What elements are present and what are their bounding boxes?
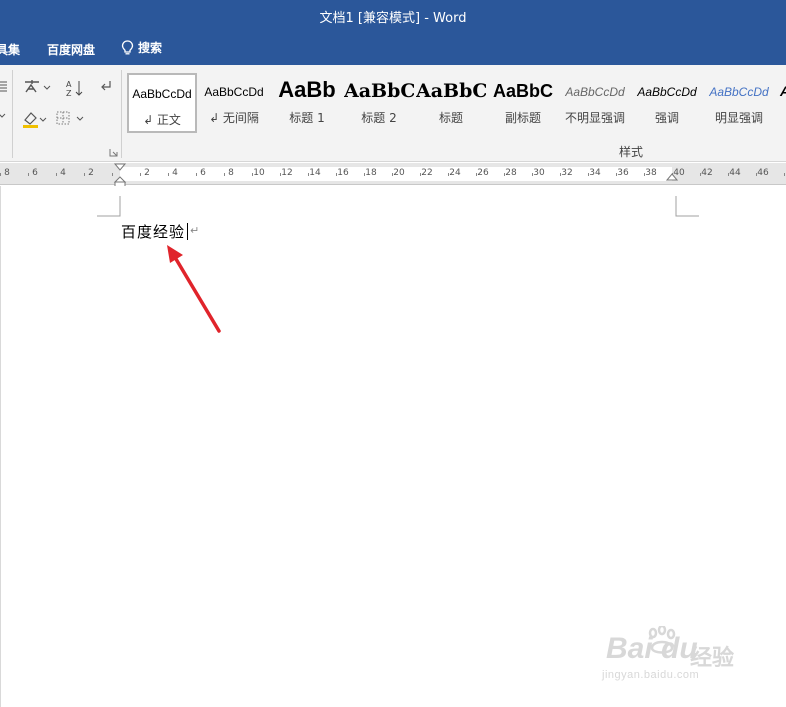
margin-corner-marker: [675, 196, 699, 217]
separator: [121, 70, 122, 158]
styles-group-label: 样式: [619, 145, 644, 159]
style-sample: AaBbCcDd: [565, 85, 625, 99]
style-sample: AaBbCcDd: [709, 85, 769, 99]
shading-icon[interactable]: [20, 110, 48, 128]
horizontal-ruler[interactable]: 8 6 4 2 2 4 6 8 10 12 14 16 18 20 22 24 26 28 30 32 34 36 38 40…: [0, 163, 786, 189]
style-normal[interactable]: AaBbCcDd ↲ 正文: [127, 73, 197, 133]
svg-text:A: A: [66, 80, 72, 89]
style-sample: AaBbC: [416, 80, 486, 102]
ruler-number: 8: [4, 168, 10, 178]
tell-me-search[interactable]: 搜索: [121, 39, 162, 56]
ruler-tick: [280, 173, 281, 176]
ruler-tick: [392, 173, 393, 176]
ruler-tick: [336, 173, 337, 176]
style-subtitle[interactable]: AaBbC 副标题: [488, 73, 558, 133]
search-label: 搜索: [138, 41, 163, 55]
margin-corner-marker: [97, 196, 121, 217]
style-name: 明显强调: [714, 111, 763, 125]
ruler-tick: [196, 173, 197, 176]
style-subtle-emphasis[interactable]: AaBbCcDd 不明显强调: [560, 73, 630, 133]
ruler-tick: [0, 173, 1, 176]
ruler-tick: [728, 173, 729, 176]
sort-icon[interactable]: AZ: [66, 79, 84, 97]
style-title[interactable]: AaBbC 标题: [416, 73, 486, 133]
svg-text:Z: Z: [66, 89, 72, 97]
title-bar: 文档1 [兼容模式] - Word: [0, 0, 786, 31]
align-justify-icon[interactable]: [0, 80, 8, 94]
ruler-tick: [644, 173, 645, 176]
ruler-tick: [588, 173, 589, 176]
style-heading-1[interactable]: AaBb 标题 1: [272, 73, 342, 133]
tab-baidu-netdisk[interactable]: 百度网盘: [47, 41, 95, 58]
style-sample: AaBbC: [492, 81, 553, 101]
ribbon: AZ AaBbCcDd ↲ 正文 AaBbCcDd ↲ 无间隔 AaBb 标题 …: [0, 65, 786, 162]
ruler-tick: [364, 173, 365, 176]
style-name: 标题 1: [289, 111, 325, 125]
style-emphasis[interactable]: AaBbCcDd 强调: [632, 73, 702, 133]
ruler-tick: [700, 173, 701, 176]
style-intense-emphasis[interactable]: AaBbCcDd 明显强调: [704, 73, 774, 133]
style-sample: AaBbCcDd: [204, 85, 264, 99]
right-indent-marker-icon[interactable]: [666, 172, 678, 184]
separator: [12, 70, 13, 158]
style-heading-2[interactable]: AaBbC 标题 2: [344, 73, 414, 133]
paragraph-mark-icon: ↵: [190, 225, 200, 237]
ruler-tick: [448, 173, 449, 176]
ruler-tick: [252, 173, 253, 176]
ribbon-tabs: 具集 百度网盘 搜索: [0, 31, 786, 65]
ruler-tick: [168, 173, 169, 176]
watermark-url: jingyan.baidu.com: [602, 669, 700, 681]
dropdown-icon[interactable]: [0, 113, 6, 119]
ruler-tick: [84, 173, 85, 176]
ruler-tick: [476, 173, 477, 176]
style-sample: AaBbC: [344, 80, 414, 102]
ruler-tick: [532, 173, 533, 176]
style-name: ↲ 正文: [143, 113, 181, 127]
chinese-layout-icon[interactable]: [23, 79, 51, 95]
ruler-tick: [140, 173, 141, 176]
ruler-tick: [28, 173, 29, 176]
style-sample: AaBb: [278, 77, 336, 102]
style-no-spacing[interactable]: AaBbCcDd ↲ 无间隔: [199, 73, 269, 133]
show-marks-icon[interactable]: [100, 79, 112, 95]
style-sample: AaBbCcDd: [132, 87, 192, 101]
ruler-tick: [420, 173, 421, 176]
ruler-tick: [504, 173, 505, 176]
style-name: 强调: [654, 111, 679, 125]
style-name: 不明显强调: [564, 111, 625, 125]
lightbulb-icon: [121, 39, 134, 54]
baidu-jingyan-watermark: Bai du 经验 jingyan.baidu.com: [598, 626, 748, 688]
ruler-tick: [784, 173, 785, 176]
styles-gallery: AaBbCcDd ↲ 正文 AaBbCcDd ↲ 无间隔 AaBb 标题 1 A…: [124, 71, 786, 133]
style-name: 副标题: [504, 111, 541, 125]
text-cursor: [187, 223, 188, 240]
style-name: 标题 2: [361, 111, 397, 125]
style-more-clip: A: [780, 83, 786, 99]
paragraph-dialog-launcher-icon[interactable]: [109, 148, 118, 157]
ruler-tick: [308, 173, 309, 176]
watermark-brand: Bai du: [606, 632, 698, 665]
ruler-tick: [560, 173, 561, 176]
ruler-tick: [616, 173, 617, 176]
style-name: 标题: [438, 111, 463, 125]
window-title: 文档1 [兼容模式] - Word: [319, 11, 467, 26]
ruler-tick: [756, 173, 757, 176]
ruler-tick: [224, 173, 225, 176]
watermark-cn: 经验: [690, 646, 735, 671]
document-text[interactable]: 百度经验: [121, 221, 185, 242]
red-arrow-annotation: [167, 245, 221, 333]
style-sample: AaBbCcDd: [637, 85, 697, 99]
style-name: ↲ 无间隔: [209, 111, 259, 125]
ruler-tick: [56, 173, 57, 176]
tab-tools[interactable]: 具集: [0, 41, 20, 58]
borders-icon[interactable]: [56, 111, 86, 125]
